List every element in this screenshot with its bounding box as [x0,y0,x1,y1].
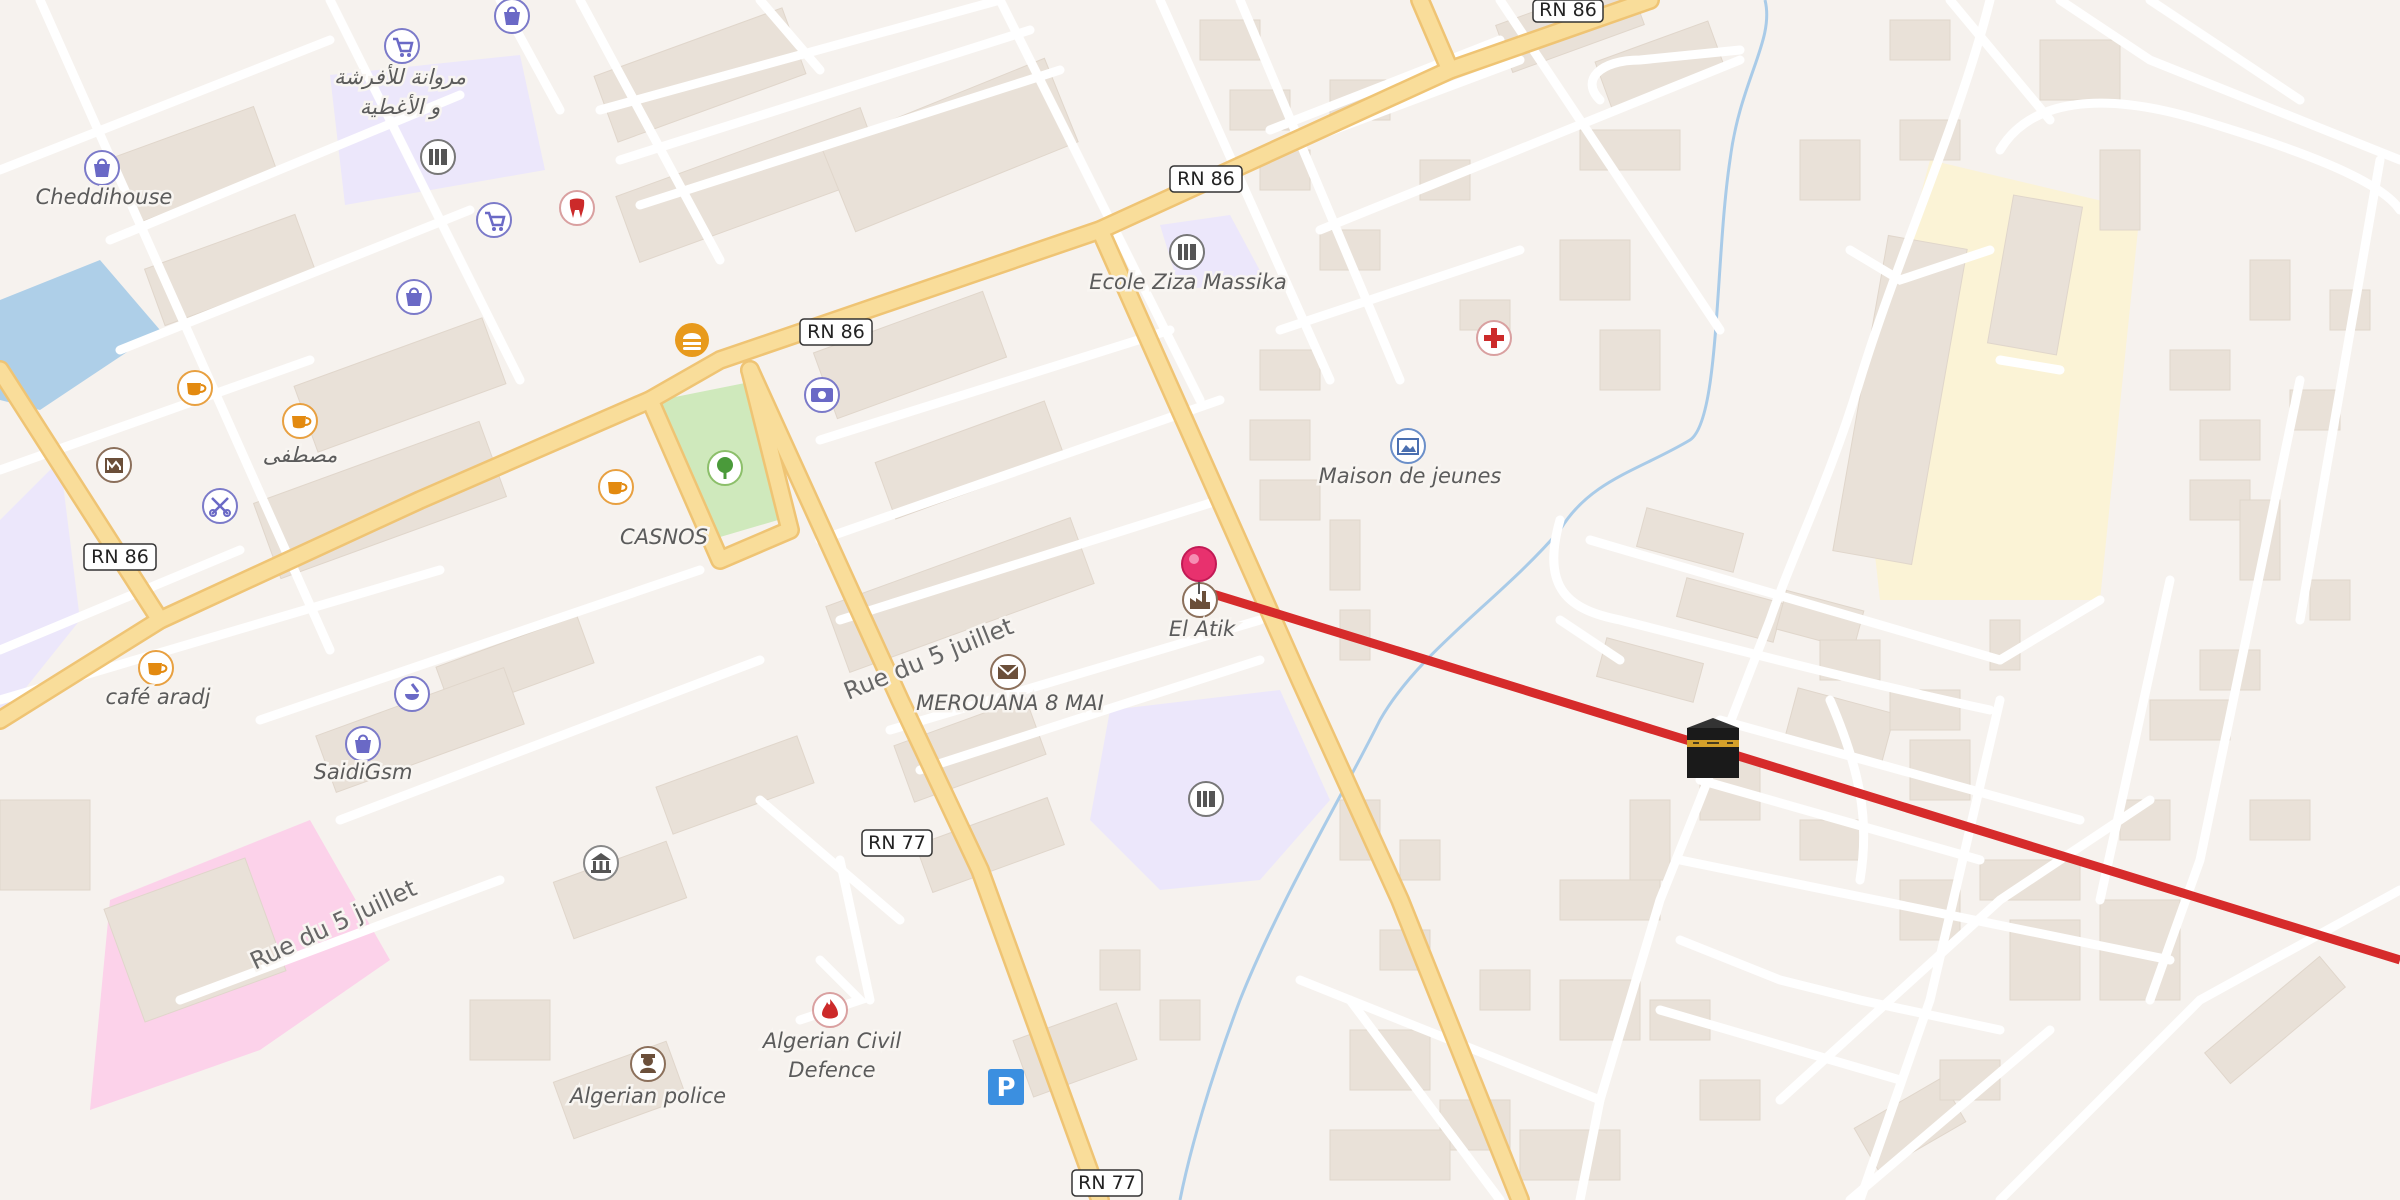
place-label-cafe-aradj: café aradj [106,685,211,709]
dentist-icon[interactable] [559,190,595,226]
museum-icon[interactable] [96,447,132,483]
svg-text:RN 86: RN 86 [91,546,149,568]
svg-text:P: P [996,1073,1015,1103]
mosque-icon[interactable] [1687,718,1739,778]
place-label-mustapha: مصطفى [263,443,338,467]
svg-text:RN 77: RN 77 [868,832,926,854]
place-label-merouana-bedding-2: و الأغطية [360,93,440,120]
fire-station-icon[interactable] [812,992,848,1028]
road-shield-rn86-center: RN 86 [799,318,873,346]
place-label-algerian-civil-defence: Algerian Civil [761,1029,902,1053]
place-label-casnos: CASNOS [620,525,708,549]
parking-icon[interactable]: P [988,1069,1024,1105]
cafe-icon[interactable] [177,370,213,406]
fast-food-icon[interactable] [675,323,709,357]
place-label-algerian-police: Algerian police [568,1084,726,1108]
bank-icon[interactable] [583,845,619,881]
svg-text:RN 77: RN 77 [1078,1172,1136,1194]
cafe-icon[interactable] [282,403,318,439]
post-office-icon[interactable] [990,654,1026,690]
place-label-ecole-ziza-massika: Ecole Ziza Massika [1089,270,1287,294]
road-shield-rn77-mid: RN 77 [861,829,933,857]
school-icon[interactable] [420,139,456,175]
road-shield-rn86-mid: RN 86 [1169,165,1243,193]
place-label-cheddihouse: Cheddihouse [36,185,173,209]
shopping-cart-icon[interactable] [384,28,420,64]
place-label-saidigsm: SaidiGsm [314,760,413,784]
place-label-maison-de-jeunes: Maison de jeunes [1319,464,1502,488]
map-view[interactable]: RN 86 RN 86 RN 86 RN 86 RN 77 RN 77 Rue … [0,0,2400,1200]
shopping-bag-icon[interactable] [84,150,120,186]
gallery-icon[interactable] [1390,428,1426,464]
place-label-el-atik: El Atik [1169,617,1236,641]
school-icon[interactable] [1169,234,1205,270]
place-label-merouana-8-mai: MEROUANA 8 MAI [916,691,1104,715]
shopping-bag-icon[interactable] [396,279,432,315]
tree-icon[interactable] [707,450,743,486]
hospital-icon[interactable] [1476,320,1512,356]
school-icon[interactable] [1188,781,1224,817]
svg-text:RN 86: RN 86 [807,321,865,343]
police-icon[interactable] [630,1046,666,1082]
road-shield-rn86-top: RN 86 [1532,0,1604,23]
svg-text:RN 86: RN 86 [1177,168,1235,190]
place-label-merouana-bedding: مروانة للأفرشة [334,63,466,90]
hairdresser-icon[interactable] [202,488,238,524]
shopping-bag-icon[interactable] [494,0,530,34]
road-shield-rn77-bottom: RN 77 [1071,1169,1143,1197]
cafe-icon[interactable] [598,469,634,505]
pharmacy-icon[interactable] [394,676,430,712]
shopping-cart-icon[interactable] [476,202,512,238]
money-icon[interactable] [804,377,840,413]
shopping-bag-icon[interactable] [345,726,381,762]
place-label-algerian-civil-defence-2: Defence [788,1058,875,1082]
road-shield-rn86-left: RN 86 [83,543,157,571]
svg-text:RN 86: RN 86 [1539,0,1597,21]
cafe-icon[interactable] [138,650,174,686]
